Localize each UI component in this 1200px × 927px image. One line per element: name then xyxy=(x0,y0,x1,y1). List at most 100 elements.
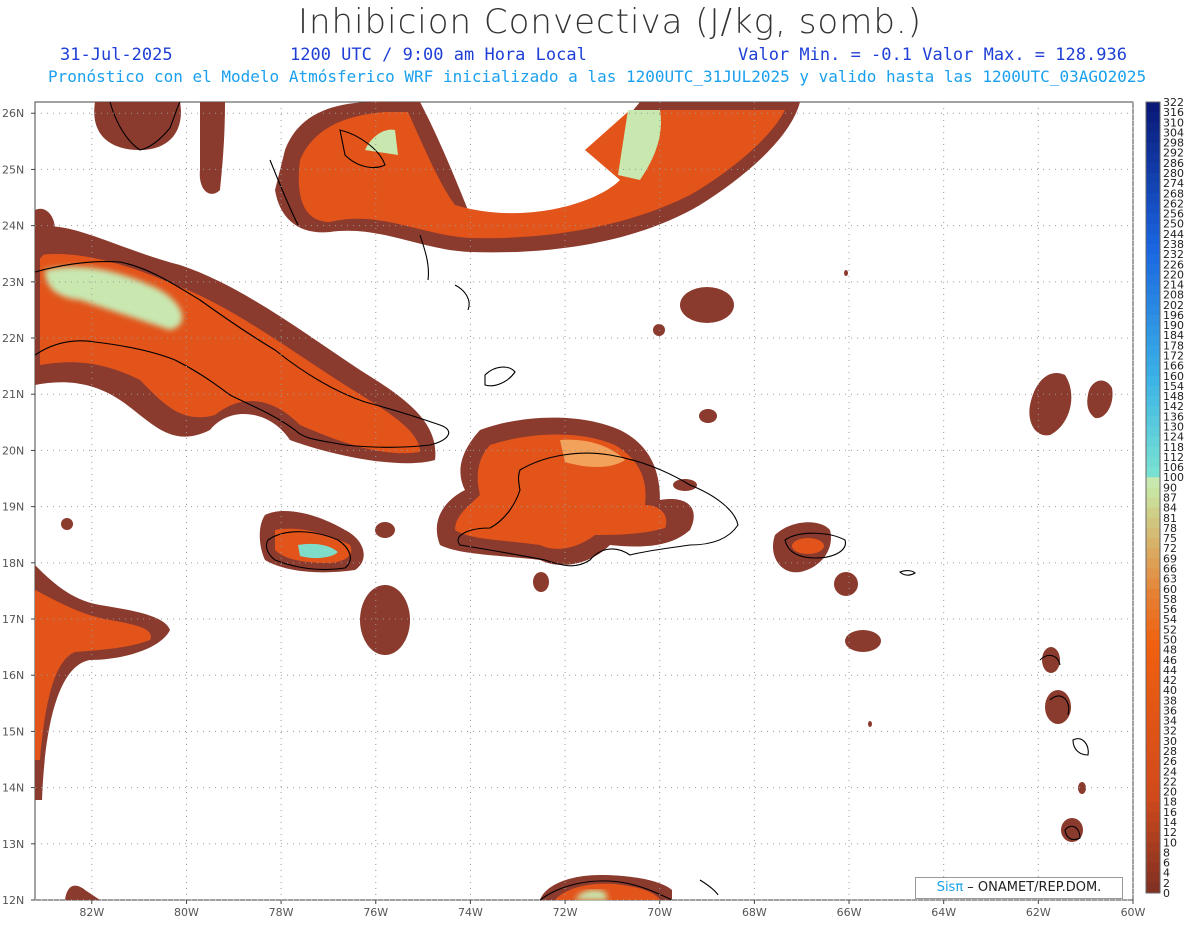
lon-tick-label: 62W xyxy=(1026,906,1051,919)
colorbar-swatch xyxy=(1146,538,1160,549)
cin-blob-4 xyxy=(61,518,73,530)
colorbar-swatch xyxy=(1146,456,1160,468)
colorbar-swatch xyxy=(1146,254,1160,265)
colorbar-swatch xyxy=(1146,172,1160,184)
colorbar-swatch xyxy=(1146,426,1160,438)
latitude-labels: 12N 13N 14N 15N 16N 17N 18N 19N 20N 21N 22N 23N 24N 2… xyxy=(2,107,24,907)
colorbar-swatch xyxy=(1146,842,1160,853)
colorbar-swatch xyxy=(1146,862,1160,874)
colorbar-swatch xyxy=(1146,193,1160,204)
colorbar-swatch xyxy=(1146,396,1160,407)
lon-tick-label: 70W xyxy=(647,906,672,919)
cin-blob-9 xyxy=(834,572,858,596)
colorbar-label: 0 xyxy=(1163,887,1170,900)
colorbar-swatch xyxy=(1146,416,1160,428)
colorbar-swatch xyxy=(1146,852,1160,864)
colorbar-swatch xyxy=(1146,142,1160,154)
colorbar-swatch xyxy=(1146,649,1160,661)
colorbar-swatch xyxy=(1146,345,1160,357)
colorbar-swatch xyxy=(1146,659,1160,671)
colorbar-swatch xyxy=(1146,507,1160,519)
lon-tick-label: 82W xyxy=(79,906,104,919)
colorbar-swatch xyxy=(1146,446,1160,458)
colorbar-swatch xyxy=(1146,527,1160,539)
credit-box: Sisπ – ONAMET/REP.DOM. xyxy=(915,877,1123,899)
colorbar-swatch xyxy=(1146,223,1160,235)
lon-tick-label: 64W xyxy=(931,906,956,919)
colorbar-swatch xyxy=(1146,801,1160,813)
cin-blob-13 xyxy=(1042,647,1060,673)
colorbar-swatch xyxy=(1146,822,1160,833)
colorbar-swatch xyxy=(1146,487,1160,498)
colorbar-swatch xyxy=(1146,680,1160,691)
colorbar-swatch xyxy=(1146,213,1160,225)
cin-map: 82W 80W 78W 76W 74W 72W 70W 68W 66W 64W 62W 60W 12N… xyxy=(2,96,1184,919)
colorbar-swatch xyxy=(1146,274,1160,286)
cin-blob-2 xyxy=(653,324,665,336)
colorbar-swatch xyxy=(1146,690,1160,701)
colorbar-swatch xyxy=(1146,740,1160,752)
cin-blob-5 xyxy=(375,522,395,538)
colorbar-swatch xyxy=(1146,791,1160,803)
colorbar-swatch xyxy=(1146,122,1160,133)
colorbar-swatch xyxy=(1146,385,1160,397)
lat-tick-label: 13N xyxy=(2,838,24,851)
colorbar-swatch xyxy=(1146,132,1160,144)
colorbar-swatch xyxy=(1146,477,1160,488)
colorbar-swatch xyxy=(1146,598,1160,610)
colorbar-swatch xyxy=(1146,700,1160,711)
colorbar-swatch xyxy=(1146,771,1160,782)
colorbar-swatch xyxy=(1146,710,1160,722)
colorbar-swatch xyxy=(1146,102,1160,113)
lat-tick-label: 20N xyxy=(2,444,24,457)
colorbar-swatch xyxy=(1146,639,1160,651)
colorbar-swatch xyxy=(1146,406,1160,417)
colorbar-swatch xyxy=(1146,284,1160,296)
lat-tick-label: 17N xyxy=(2,613,24,626)
colorbar-swatch xyxy=(1146,314,1160,326)
cin-blob-1 xyxy=(680,287,734,323)
lat-tick-label: 25N xyxy=(2,163,24,176)
lon-tick-label: 76W xyxy=(363,906,388,919)
colorbar-swatch xyxy=(1146,761,1160,772)
lat-tick-label: 19N xyxy=(2,501,24,514)
lon-tick-label: 74W xyxy=(458,906,483,919)
colorbar-swatch xyxy=(1146,304,1160,316)
lat-tick-label: 22N xyxy=(2,332,24,345)
colorbar-swatch xyxy=(1146,548,1160,559)
lat-tick-label: 16N xyxy=(2,669,24,682)
colorbar-swatch xyxy=(1146,720,1160,732)
colorbar-swatch xyxy=(1146,517,1160,529)
colorbar-swatch xyxy=(1146,629,1160,640)
colorbar-swatch xyxy=(1146,669,1160,681)
lon-tick-label: 66W xyxy=(837,906,862,919)
colorbar: 3223163103042982922862802742682622562502… xyxy=(1145,96,1184,900)
credit-text: – ONAMET/REP.DOM. xyxy=(963,880,1102,895)
colorbar-swatch xyxy=(1146,882,1160,894)
colorbar-swatch xyxy=(1146,335,1160,346)
cin-blob-12 xyxy=(868,721,872,727)
colorbar-swatch xyxy=(1146,751,1160,762)
lat-tick-label: 26N xyxy=(2,107,24,120)
colorbar-swatch xyxy=(1146,497,1160,509)
colorbar-swatch xyxy=(1146,558,1160,569)
lat-tick-label: 14N xyxy=(2,782,24,795)
longitude-labels: 82W 80W 78W 76W 74W 72W 70W 68W 66W 64W 62W 60W xyxy=(79,906,1145,919)
cin-region-puerto-rico-core xyxy=(792,538,824,554)
colorbar-swatch xyxy=(1146,375,1160,387)
colorbar-swatch xyxy=(1146,162,1160,174)
cin-blob-6 xyxy=(360,585,410,655)
colorbar-swatch xyxy=(1146,264,1160,275)
colorbar-swatch xyxy=(1146,152,1160,164)
cin-blob-7 xyxy=(533,572,549,592)
lat-tick-label: 18N xyxy=(2,557,24,570)
colorbar-swatch xyxy=(1146,203,1160,215)
lon-tick-label: 80W xyxy=(174,906,199,919)
colorbar-swatch xyxy=(1146,811,1160,823)
lat-tick-label: 15N xyxy=(2,725,24,738)
lat-tick-label: 24N xyxy=(2,220,24,233)
cin-blob-10 xyxy=(845,630,881,652)
colorbar-swatch xyxy=(1146,872,1160,884)
colorbar-swatch xyxy=(1146,730,1160,742)
lon-tick-label: 78W xyxy=(269,906,294,919)
